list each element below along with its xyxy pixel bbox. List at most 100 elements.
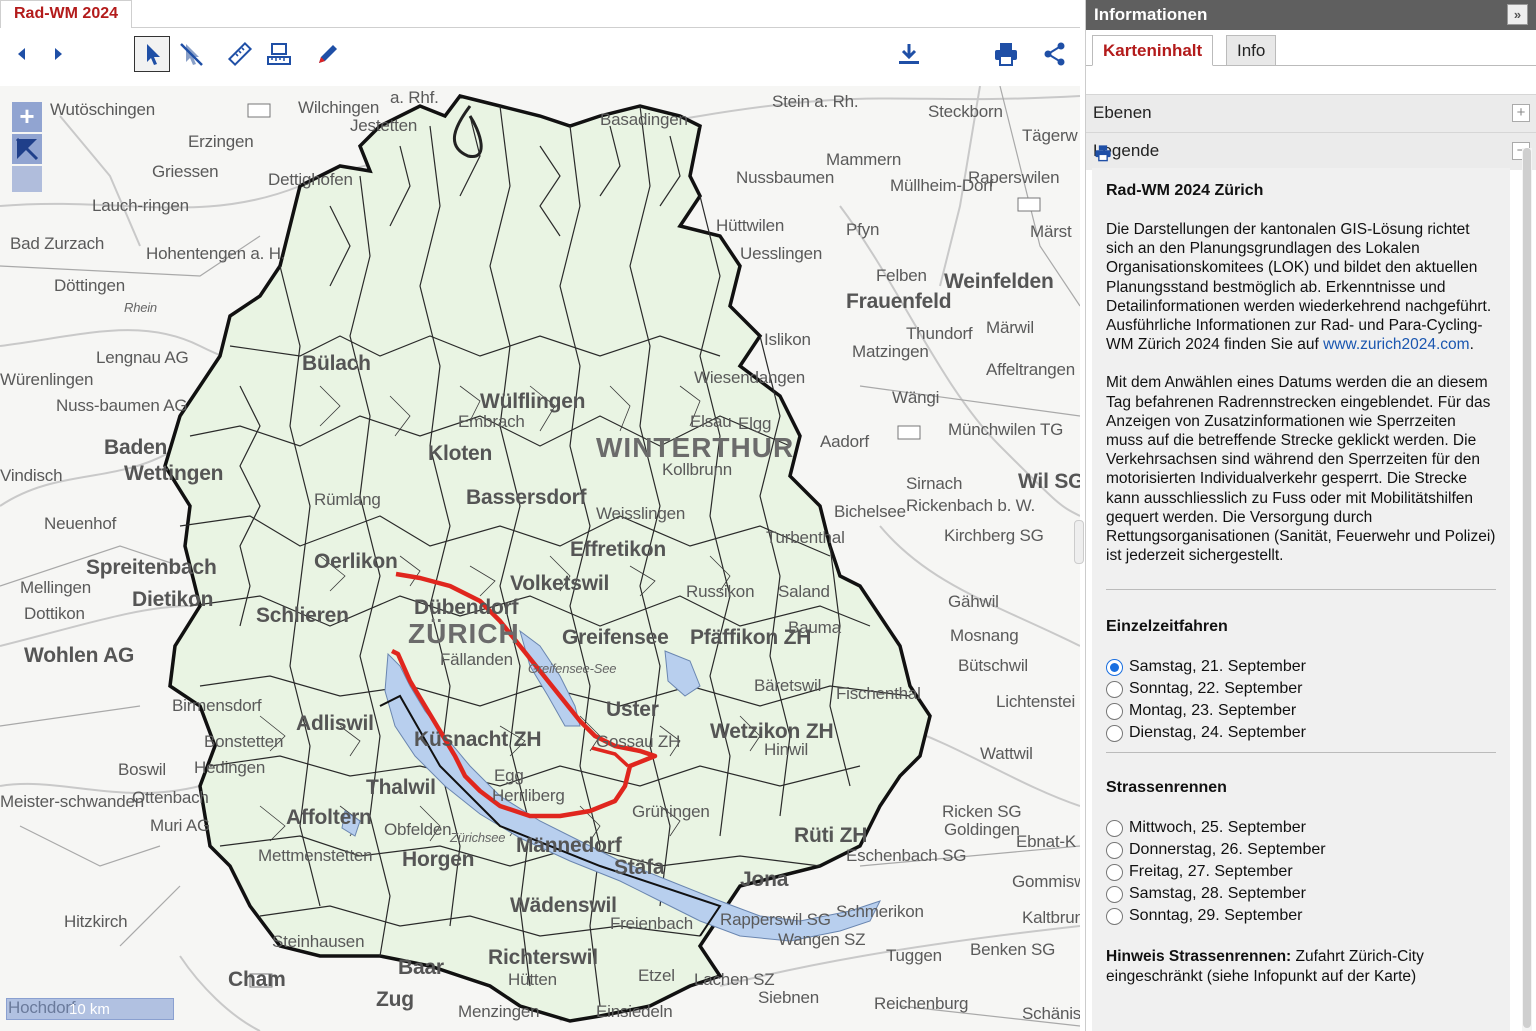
place-label: Uesslingen [740,244,823,263]
place-label: Affoltern [286,806,372,829]
strassenrennen-option[interactable]: Donnerstag, 26. September [1106,839,1496,861]
einzelzeitfahren-option[interactable]: Dienstag, 24. September [1106,722,1496,744]
legend-scrollbar[interactable] [1522,148,1532,1031]
place-label: Effretikon [570,538,667,561]
zoom-extent-button[interactable] [12,134,42,164]
place-label: Eschenbach SG [846,846,967,865]
section-ebenen[interactable]: Ebenen + [1086,94,1536,132]
collapse-panel-button[interactable]: » [1507,4,1528,25]
draw-button[interactable] [310,36,346,72]
section-ebenen-label: Ebenen [1093,103,1152,122]
map-canvas[interactable]: Wutöschingen Wilchingen a. Rhf. Stein a. Rh… [0,86,1080,1031]
print-button[interactable] [988,36,1024,72]
download-button[interactable] [891,36,927,72]
place-label: Felben [876,266,927,285]
place-label: Bütschwil [958,656,1029,675]
place-label: Mammern [826,150,902,169]
strassenrennen-title: Strassenrennen [1106,779,1227,797]
radio-button[interactable] [1106,907,1123,925]
radio-button[interactable] [1106,658,1123,676]
strassenrennen-option[interactable]: Freitag, 27. September [1106,861,1496,883]
place-label: Saland [778,582,830,601]
tab-karteninhalt[interactable]: Karteninhalt [1092,35,1214,66]
place-label: Bassersdorf [466,486,587,509]
place-label: Dettighofen [268,170,353,189]
expand-icon[interactable]: + [1512,104,1530,122]
radio-button[interactable] [1106,841,1123,859]
place-label: Kirchberg SG [944,526,1044,545]
strassenrennen-option[interactable]: Samstag, 28. September [1106,883,1496,905]
place-label: Wiesendangen [694,368,806,387]
strassenrennen-option-label: Freitag, 27. September [1129,863,1293,881]
place-label: Mosnang [950,626,1019,645]
radio-button[interactable] [1106,863,1123,881]
radio-button[interactable] [1106,724,1123,742]
place-label: Turbenthal [766,528,845,547]
place-label: Tuggen [886,946,942,965]
place-label: Hohentengen a. H. [146,244,286,263]
einzelzeitfahren-option[interactable]: Montag, 23. September [1106,700,1496,722]
place-label: Birmensdorf [172,696,262,715]
place-label: Wängi [892,388,940,407]
place-label: Zug [376,988,414,1011]
place-label: Erzingen [188,132,254,151]
place-label: Kloten [428,442,493,465]
place-label: Rickenbach b. W. [906,496,1036,515]
zurich2024-link[interactable]: www.zurich2024.com [1323,336,1469,353]
zoom-in-button[interactable]: + [12,102,42,132]
measure-area-button[interactable] [261,36,297,72]
einzelzeitfahren-option[interactable]: Samstag, 21. September [1106,656,1496,678]
scale-bar: 10 km [6,998,174,1020]
place-label: Elgg [738,414,772,433]
place-label: Gähwil [948,592,999,611]
back-button[interactable] [4,36,40,72]
panel-collapse-handle[interactable] [1074,520,1084,564]
clear-selection-button[interactable] [173,36,209,72]
place-label: Raperswilen [968,168,1060,187]
strassenrennen-option[interactable]: Mittwoch, 25. September [1106,817,1496,839]
scroll-thumb[interactable] [1523,148,1531,1028]
strassenrennen-option[interactable]: Sonntag, 29. September [1106,905,1496,927]
place-label: Griessen [152,162,219,181]
tab-info[interactable]: Info [1226,35,1277,66]
radio-button[interactable] [1106,680,1123,698]
ruler-icon [227,41,253,67]
radio-button[interactable] [1106,702,1123,720]
einzelzeitfahren-option[interactable]: Sonntag, 22. September [1106,678,1496,700]
app-root: Rad-WM 2024 Wutöschingen Wilchingen a. R… [0,0,1536,1031]
legend-print-button[interactable] [1094,144,1112,167]
place-label: Rüti ZH [794,824,868,847]
select-tool-button[interactable] [134,36,170,72]
place-label: Reichenburg [874,994,969,1013]
place-label: Aadorf [820,432,869,451]
place-label: Basadingen [600,110,688,129]
place-label: Döttingen [54,276,125,295]
place-label: Adliswil [296,712,374,735]
radio-button[interactable] [1106,819,1123,837]
place-label: Wülflingen [480,390,586,413]
measure-distance-button[interactable] [222,36,258,72]
place-label: Mellingen [20,578,91,597]
panel-tabs: Karteninhalt Info [1086,30,1536,66]
section-legende[interactable]: Legende − [1086,132,1536,170]
radio-button[interactable] [1106,885,1123,903]
place-label: Bonstetten [204,732,284,751]
place-label: Etzel [638,966,675,985]
forward-button[interactable] [40,36,76,72]
place-label: Weinfelden [944,270,1054,293]
place-label: Islikon [764,330,811,349]
place-label: Obfelden [384,820,452,839]
share-button[interactable] [1037,36,1073,72]
place-label: Cham [228,968,286,991]
legend-heading: Rad-WM 2024 Zürich [1106,182,1264,199]
app-tab-title[interactable]: Rad-WM 2024 [0,0,133,29]
place-label: Wilchingen [298,98,380,117]
strassenrennen-option-label: Donnerstag, 26. September [1129,841,1326,859]
place-label: Elsau [690,412,732,431]
scale-label: 10 km [69,1001,110,1018]
zoom-out-button[interactable] [12,166,42,192]
place-label: Egg [494,766,524,785]
place-label: Gossau ZH [596,732,681,751]
clear-select-icon [180,43,203,66]
einzelzeitfahren-option-label: Samstag, 21. September [1129,658,1306,676]
